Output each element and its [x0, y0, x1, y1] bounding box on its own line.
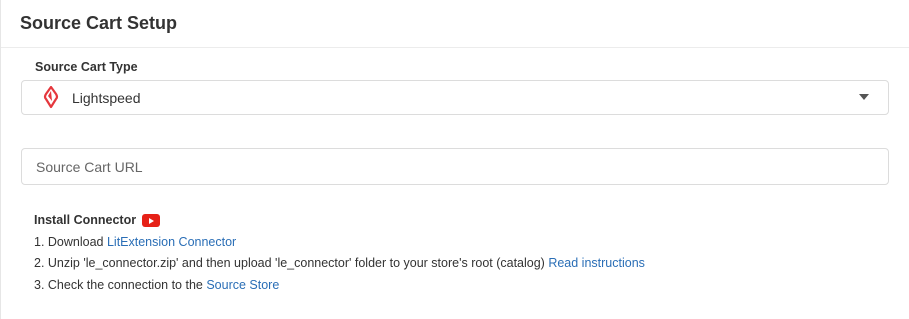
- install-connector-section: Install Connector 1. Download LitExtensi…: [34, 210, 645, 296]
- source-cart-type-label: Source Cart Type: [35, 60, 138, 74]
- source-cart-type-select[interactable]: Lightspeed: [21, 80, 889, 115]
- selected-cart-type: Lightspeed: [72, 89, 141, 106]
- panel-header: Source Cart Setup: [1, 0, 909, 48]
- lightspeed-logo-icon: [41, 86, 61, 110]
- litextension-connector-link[interactable]: LitExtension Connector: [107, 235, 236, 249]
- source-cart-url-input[interactable]: [21, 148, 889, 185]
- read-instructions-link[interactable]: Read instructions: [548, 256, 645, 270]
- install-connector-heading: Install Connector: [34, 210, 645, 232]
- step-1-text: 1. Download: [34, 234, 107, 249]
- install-step-3: 3. Check the connection to the Source St…: [34, 275, 645, 297]
- chevron-down-icon[interactable]: [859, 94, 869, 100]
- install-step-2: 2. Unzip 'le_connector.zip' and then upl…: [34, 253, 645, 275]
- step-2-text: 2. Unzip 'le_connector.zip' and then upl…: [34, 256, 549, 270]
- install-step-1: 1. Download LitExtension Connector: [34, 232, 645, 254]
- source-cart-setup-panel: Source Cart Setup Source Cart Type Light…: [0, 0, 909, 319]
- page-title: Source Cart Setup: [20, 13, 178, 33]
- install-connector-title: Install Connector: [34, 213, 137, 227]
- step-3-text: 3. Check the connection to the: [34, 277, 207, 292]
- source-store-link[interactable]: Source Store: [206, 278, 279, 292]
- youtube-icon[interactable]: [142, 214, 161, 228]
